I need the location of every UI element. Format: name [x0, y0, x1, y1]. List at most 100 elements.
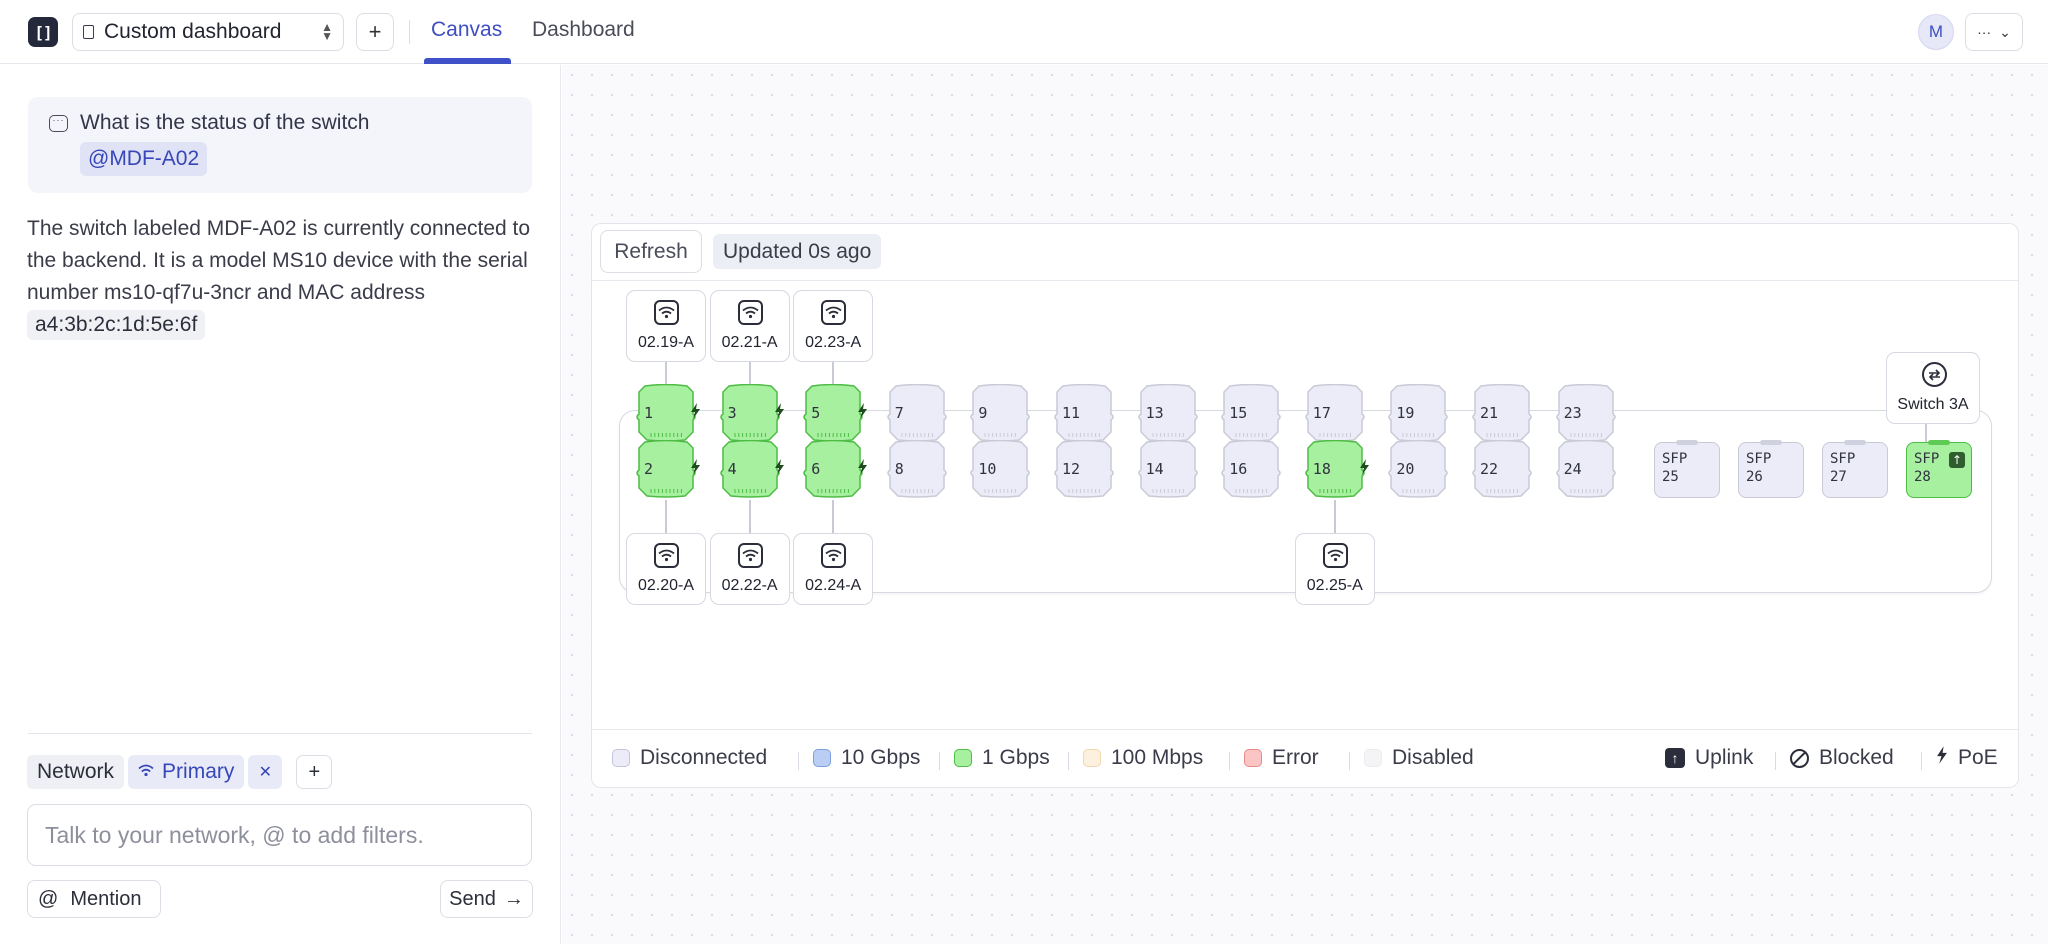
- legend-label: 1 Gbps: [982, 746, 1050, 769]
- more-icon: ···: [1977, 24, 1992, 40]
- send-button[interactable]: Send →: [440, 880, 533, 918]
- document-selector[interactable]: Custom dashboard ▲ ▼: [72, 13, 344, 51]
- avatar[interactable]: M: [1918, 14, 1954, 50]
- at-icon: @: [38, 887, 59, 910]
- legend-item: 1 Gbps: [954, 746, 1050, 770]
- port-12[interactable]: 12: [1051, 440, 1117, 500]
- tab-canvas[interactable]: Canvas: [431, 18, 502, 42]
- sfp-label: SFP: [1662, 451, 1688, 467]
- port-2[interactable]: 2: [633, 440, 700, 500]
- port-13[interactable]: 13: [1135, 384, 1201, 444]
- port-5[interactable]: 5: [800, 384, 868, 444]
- chat-input[interactable]: [27, 804, 532, 866]
- access-point-02.24-A[interactable]: 02.24-A: [793, 533, 874, 605]
- port-7[interactable]: 7: [884, 384, 950, 444]
- legend-label: Disabled: [1392, 746, 1474, 769]
- legend-divider: [1775, 752, 1776, 770]
- chevron-up-down-icon: ▲ ▼: [321, 20, 333, 43]
- port-number: 20: [1396, 460, 1415, 478]
- port-number: 14: [1145, 460, 1164, 478]
- sfp-port-26[interactable]: SFP 26: [1738, 440, 1804, 498]
- legend-label: 10 Gbps: [841, 746, 921, 769]
- chat-panel: ··· What is the status of the switch @MD…: [0, 65, 561, 944]
- port-11[interactable]: 11: [1051, 384, 1117, 444]
- port-4[interactable]: 4: [717, 440, 784, 500]
- divider: [28, 733, 532, 734]
- port-18[interactable]: 18: [1302, 440, 1369, 500]
- legend-swatch: [813, 749, 831, 767]
- access-point-icon: [654, 543, 679, 568]
- legend-item: Disconnected: [612, 746, 767, 770]
- access-point-icon: [821, 300, 847, 325]
- uplink-icon: ↑: [1949, 452, 1965, 468]
- query-text: What is the status of the switch: [80, 111, 370, 134]
- blocked-icon: [1790, 748, 1809, 768]
- app-logo[interactable]: []: [28, 17, 58, 47]
- divider: [409, 20, 410, 44]
- sfp-port-27[interactable]: SFP 27: [1822, 440, 1888, 498]
- port-24[interactable]: 24: [1553, 440, 1619, 500]
- port-number: 24: [1563, 460, 1582, 478]
- legend-swatch: [1364, 749, 1382, 767]
- remove-filter-button[interactable]: ✕: [248, 755, 283, 789]
- port-21[interactable]: 21: [1469, 384, 1535, 444]
- legend-item: Blocked: [1790, 746, 1894, 770]
- port-17[interactable]: 17: [1302, 384, 1368, 444]
- access-point-icon: [1322, 543, 1348, 568]
- legend-swatch: [1083, 749, 1101, 767]
- send-label: Send: [449, 887, 496, 910]
- access-point-label: 02.24-A: [805, 577, 862, 594]
- port-14[interactable]: 14: [1135, 440, 1201, 500]
- switch-widget: Refresh Updated 0s ago 1 3 5 7 9 11 13 15 17 19 21…: [591, 223, 2019, 788]
- port-8[interactable]: 8: [884, 440, 950, 500]
- port-3[interactable]: 3: [717, 384, 784, 444]
- access-point-02.19-A[interactable]: 02.19-A: [626, 290, 706, 362]
- access-point-icon: [737, 543, 763, 568]
- port-19[interactable]: 19: [1385, 384, 1451, 444]
- switch-icon: [1922, 362, 1947, 387]
- port-number: 10: [978, 460, 997, 478]
- mention-label: Mention: [70, 887, 142, 910]
- uplink-switch[interactable]: Switch 3A: [1886, 352, 1980, 424]
- filter-network-chip[interactable]: Network: [27, 755, 125, 789]
- filter-primary-chip[interactable]: Primary: [128, 755, 245, 789]
- access-point-02.23-A[interactable]: 02.23-A: [793, 290, 874, 362]
- access-point-02.22-A[interactable]: 02.22-A: [709, 533, 790, 605]
- access-point-02.25-A[interactable]: 02.25-A: [1294, 533, 1375, 605]
- port-number: 3: [727, 404, 737, 422]
- sfp-port-28[interactable]: SFP 28 ↑: [1906, 440, 1972, 498]
- port-22[interactable]: 22: [1469, 440, 1535, 500]
- port-6[interactable]: 6: [800, 440, 868, 500]
- mention-button[interactable]: @ Mention: [27, 880, 161, 918]
- legend-label: PoE: [1958, 746, 1998, 769]
- query-mention-chip[interactable]: @MDF-A02: [80, 142, 208, 176]
- port-1[interactable]: 1: [633, 384, 700, 444]
- access-point-icon: [821, 543, 847, 568]
- access-point-02.21-A[interactable]: 02.21-A: [709, 290, 790, 362]
- more-menu-button[interactable]: ··· ⌄: [1965, 13, 2023, 51]
- legend-label: Error: [1272, 746, 1319, 769]
- link-line: [748, 500, 751, 533]
- legend-item: Disabled: [1364, 746, 1474, 770]
- port-20[interactable]: 20: [1385, 440, 1451, 500]
- port-number: 4: [727, 460, 737, 478]
- port-23[interactable]: 23: [1553, 384, 1619, 444]
- active-tab-indicator: [424, 58, 511, 64]
- legend-item: ↑ Uplink: [1665, 746, 1753, 770]
- add-document-button[interactable]: +: [356, 13, 394, 51]
- port-15[interactable]: 15: [1218, 384, 1284, 444]
- port-number: 19: [1396, 404, 1415, 422]
- arrow-right-icon: →: [503, 887, 524, 910]
- tab-dashboard[interactable]: Dashboard: [532, 18, 635, 42]
- access-point-label: 02.19-A: [637, 334, 695, 351]
- port-10[interactable]: 10: [967, 440, 1033, 500]
- port-16[interactable]: 16: [1218, 440, 1284, 500]
- sfp-port-25[interactable]: SFP 25: [1654, 440, 1720, 498]
- refresh-button[interactable]: Refresh: [600, 230, 702, 273]
- access-point-02.20-A[interactable]: 02.20-A: [626, 533, 706, 605]
- link-line: [1333, 500, 1336, 533]
- sfp-latch: [1760, 440, 1782, 445]
- port-number: 13: [1145, 404, 1164, 422]
- port-9[interactable]: 9: [967, 384, 1033, 444]
- add-filter-button[interactable]: +: [296, 755, 333, 789]
